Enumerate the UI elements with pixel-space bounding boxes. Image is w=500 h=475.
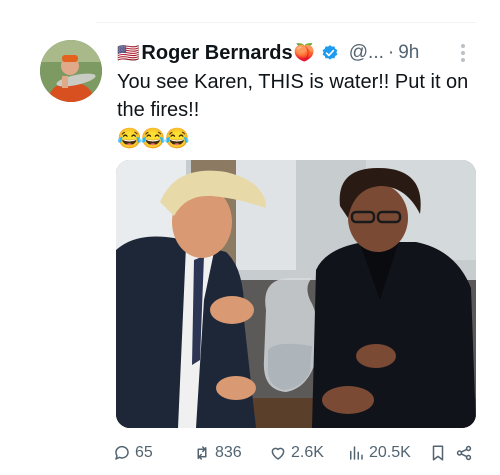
like-button[interactable]: 2.6K	[269, 440, 324, 466]
author-name[interactable]: Roger Bernards	[141, 42, 292, 65]
laughing-emojis: 😂😂😂	[117, 128, 190, 150]
peach-emoji: 🍑	[293, 43, 315, 62]
tweet-text: You see Karen, THIS is water!! Put it on…	[117, 71, 469, 121]
repost-icon	[197, 446, 207, 460]
like-count: 2.6K	[291, 444, 324, 461]
heart-icon	[271, 447, 285, 460]
share-button[interactable]	[455, 440, 477, 466]
avatar[interactable]	[40, 40, 102, 102]
author-handle[interactable]: @...	[349, 42, 384, 64]
repost-button[interactable]: 836	[193, 440, 242, 466]
tweet-media-image[interactable]	[116, 160, 476, 428]
tweet-actions: 65 836 2.6K 20.5K	[113, 440, 477, 466]
flag-icon: 🇺🇸	[117, 43, 140, 63]
verified-badge-icon	[322, 45, 338, 60]
tweet-timestamp[interactable]: 9h	[398, 42, 419, 64]
share-icon	[456, 445, 472, 461]
more-options-icon[interactable]	[460, 42, 466, 64]
views-button[interactable]: 20.5K	[347, 440, 411, 466]
photo-scene	[116, 160, 476, 428]
tweet-header: 🇺🇸 Roger Bernards 🍑 @... · 9h	[117, 40, 419, 66]
repost-count: 836	[215, 444, 242, 461]
reply-count: 65	[135, 444, 153, 461]
separator-dot: ·	[387, 42, 395, 63]
reply-button[interactable]: 65	[113, 440, 153, 466]
avatar-image	[40, 40, 102, 102]
reply-icon	[115, 445, 129, 460]
views-count: 20.5K	[369, 444, 411, 461]
bookmark-icon	[432, 445, 444, 461]
bookmark-button[interactable]	[429, 440, 451, 466]
views-chart-icon	[350, 446, 363, 460]
divider	[96, 22, 476, 23]
